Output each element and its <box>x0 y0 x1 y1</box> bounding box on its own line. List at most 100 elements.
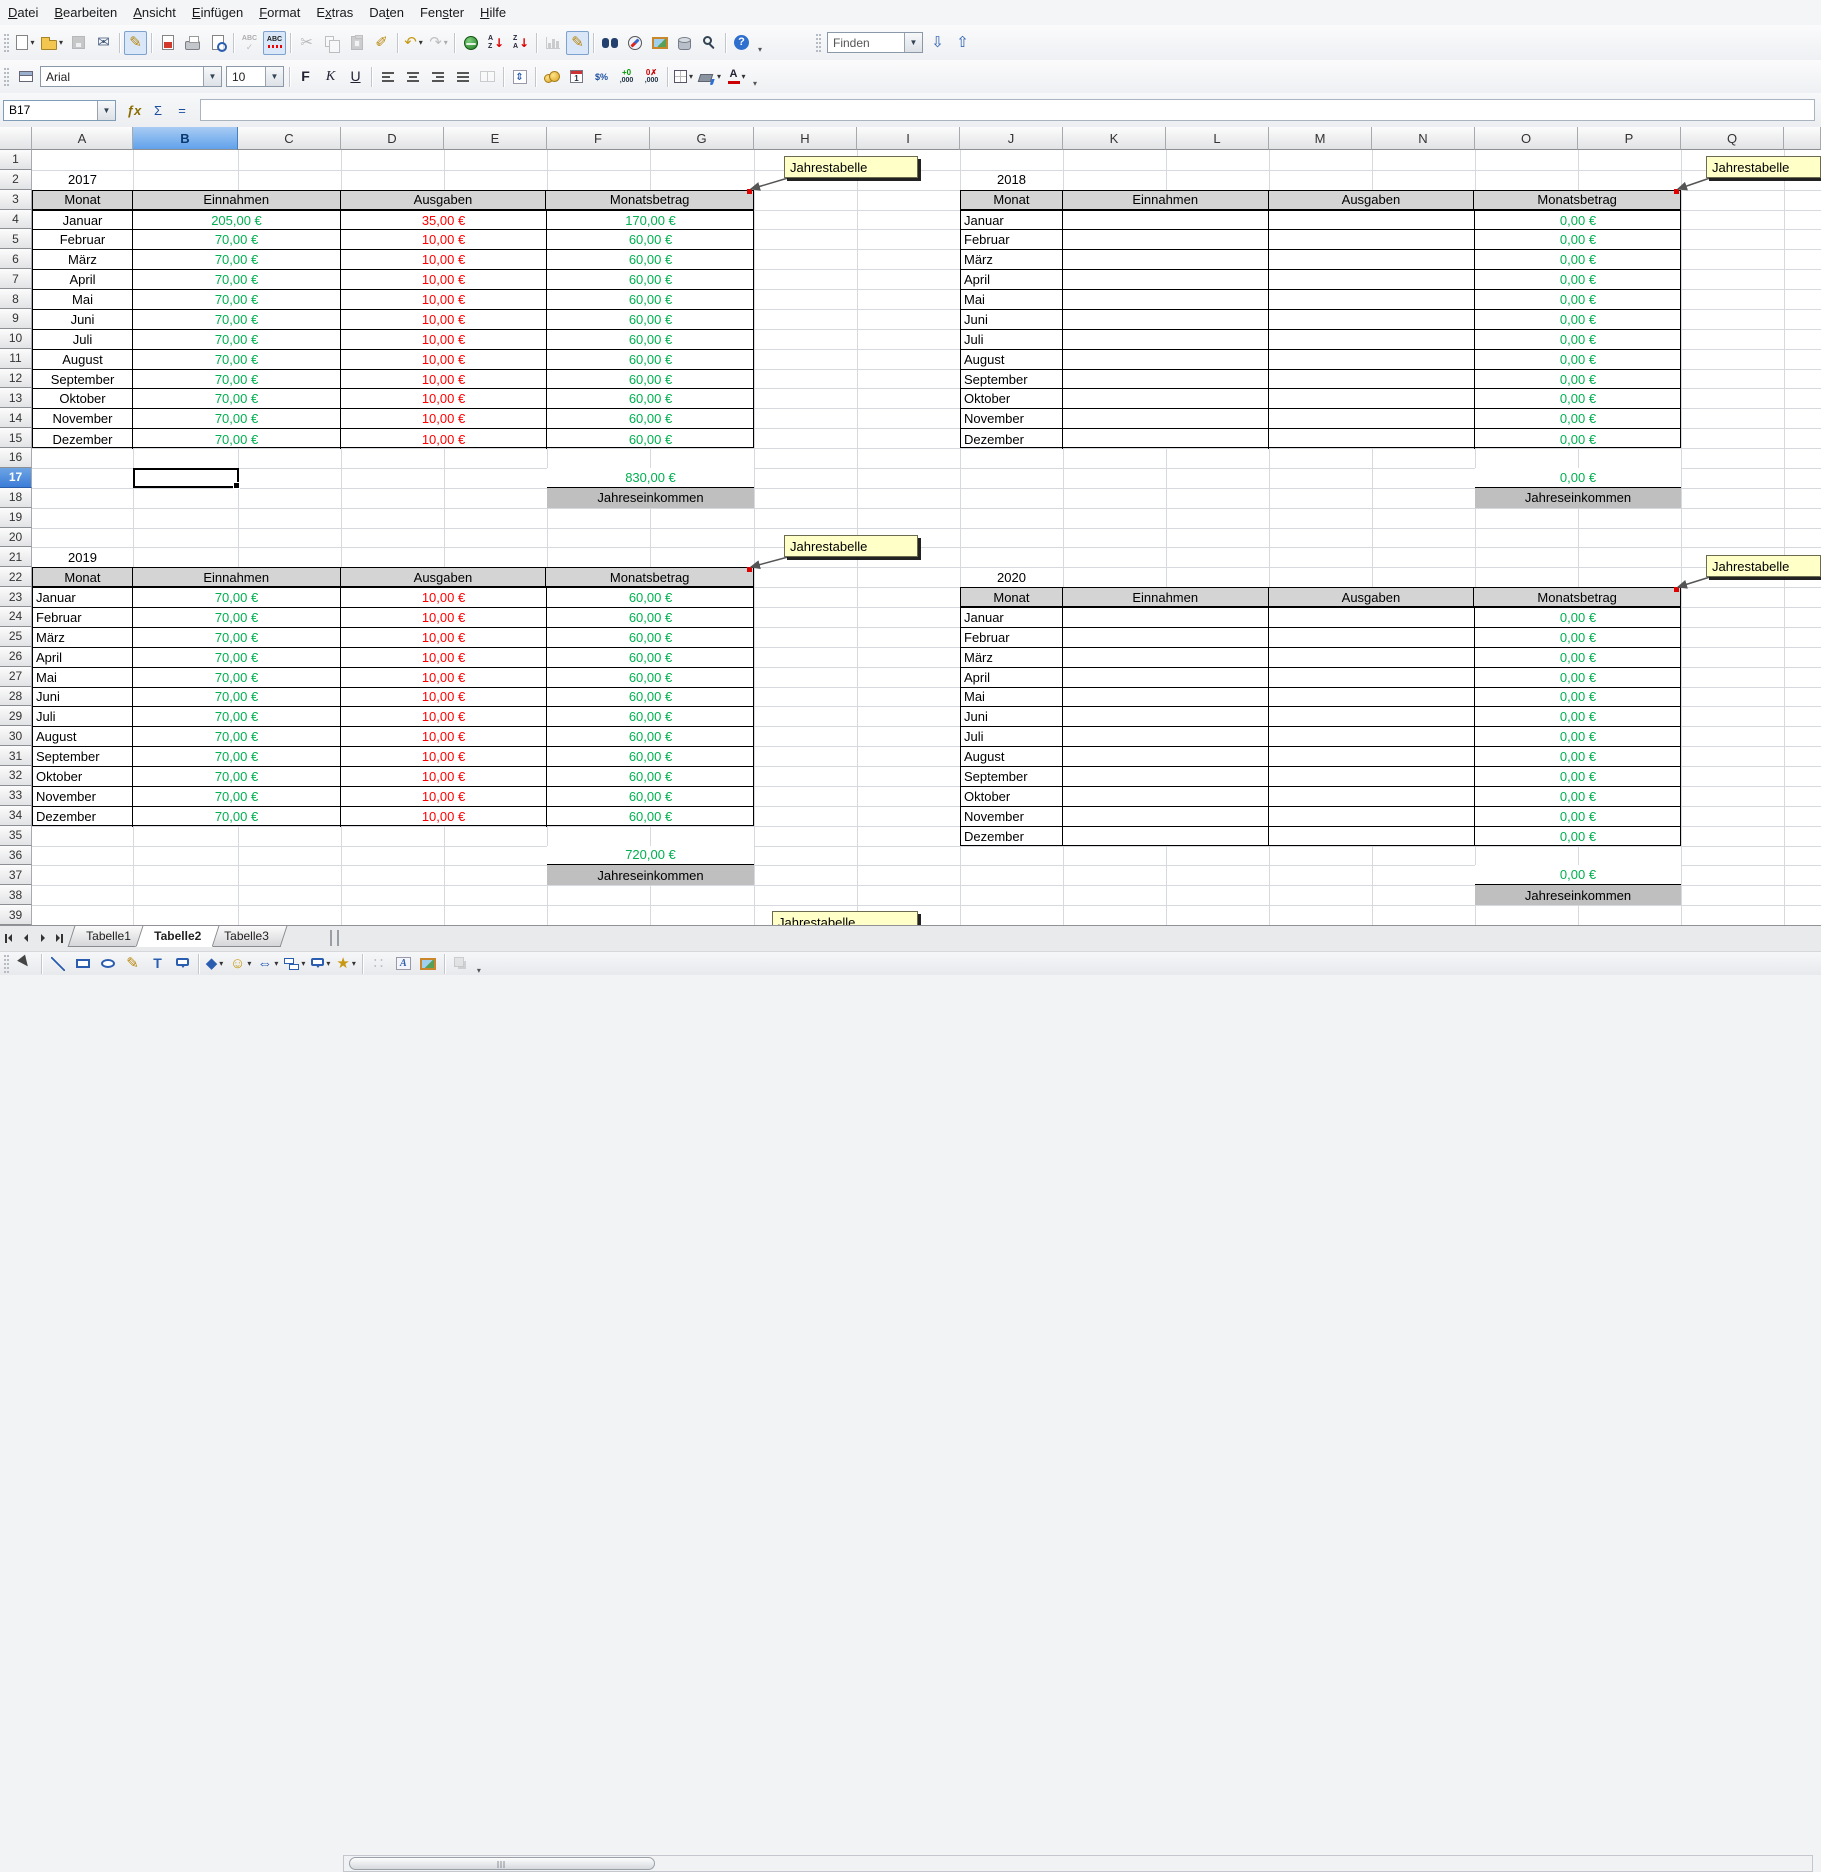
column-header-K[interactable]: K <box>1063 127 1166 150</box>
gallery-button[interactable] <box>648 31 671 55</box>
toolbar-overflow-icon[interactable]: ▾ <box>749 66 761 88</box>
format-paintbrush-button[interactable]: ✐ <box>370 31 393 55</box>
table-row[interactable]: Dezember70,00 €10,00 €60,00 € <box>33 807 753 827</box>
ausgaben-cell[interactable] <box>1269 310 1475 329</box>
month-cell[interactable]: März <box>33 628 133 647</box>
table-row[interactable]: August70,00 €10,00 €60,00 € <box>33 350 753 370</box>
row-header-19[interactable]: 19 <box>0 508 32 528</box>
column-header-O[interactable]: O <box>1475 127 1578 150</box>
row-header-22[interactable]: 22 <box>0 567 32 587</box>
row-header-8[interactable]: 8 <box>0 289 32 309</box>
row-header-39[interactable]: 39 <box>0 905 32 925</box>
row-header-37[interactable]: 37 <box>0 865 32 885</box>
tab-scrollbar-splitter[interactable] <box>330 930 339 946</box>
ausgaben-cell[interactable]: 10,00 € <box>341 787 547 806</box>
monatsbetrag-cell[interactable]: 60,00 € <box>547 370 754 389</box>
monatsbetrag-cell[interactable]: 0,00 € <box>1475 310 1681 329</box>
row-header-32[interactable]: 32 <box>0 766 32 786</box>
einnahmen-cell[interactable] <box>1063 787 1269 806</box>
month-cell[interactable]: November <box>961 409 1063 428</box>
ausgaben-cell[interactable]: 10,00 € <box>341 727 547 746</box>
monatsbetrag-cell[interactable]: 60,00 € <box>547 409 754 428</box>
month-cell[interactable]: Januar <box>961 211 1063 230</box>
table-row[interactable]: August 0,00 € <box>961 350 1680 370</box>
sheet-tab-tabelle2[interactable]: Tabelle2 <box>135 926 219 947</box>
monatsbetrag-cell[interactable]: 0,00 € <box>1475 330 1681 349</box>
monatsbetrag-cell[interactable]: 60,00 € <box>547 270 754 289</box>
ausgaben-cell[interactable]: 10,00 € <box>341 409 547 428</box>
column-header-L[interactable]: L <box>1166 127 1269 150</box>
row-header-34[interactable]: 34 <box>0 806 32 826</box>
equals-button[interactable]: = <box>171 99 193 121</box>
table-row[interactable]: März70,00 €10,00 €60,00 € <box>33 628 753 648</box>
monatsbetrag-cell[interactable]: 0,00 € <box>1475 608 1681 627</box>
year-label-2018[interactable]: 2018 <box>960 170 1063 190</box>
styles-window-button[interactable] <box>14 65 37 89</box>
monatsbetrag-cell[interactable]: 60,00 € <box>547 588 754 607</box>
table-row[interactable]: Mai0,00 € <box>961 290 1680 310</box>
show-draw-functions-button[interactable]: ✎ <box>566 31 589 55</box>
ausgaben-cell[interactable]: 10,00 € <box>341 350 547 369</box>
month-cell[interactable]: August <box>961 350 1063 369</box>
table-row[interactable]: Juli0,00 € <box>961 727 1680 747</box>
table-row[interactable]: Juni70,00 €10,00 €60,00 € <box>33 310 753 330</box>
export-pdf-button[interactable] <box>156 31 179 55</box>
ausgaben-cell[interactable] <box>1269 608 1475 627</box>
einnahmen-cell[interactable] <box>1063 608 1269 627</box>
monatsbetrag-cell[interactable]: 0,00 € <box>1475 389 1681 408</box>
monatsbetrag-cell[interactable]: 60,00 € <box>547 608 754 627</box>
undo-button[interactable]: ↶▾ <box>402 31 425 55</box>
zoom-button[interactable] <box>698 31 721 55</box>
ausgaben-cell[interactable]: 10,00 € <box>341 588 547 607</box>
jahreseinkommen-label-2019[interactable]: Jahreseinkommen <box>547 865 754 885</box>
einnahmen-cell[interactable]: 70,00 € <box>133 330 341 349</box>
menu-item-einfügen[interactable]: Einfügen <box>184 2 251 23</box>
jahreseinkommen-value-2018[interactable]: 0,00 € <box>1475 468 1681 488</box>
menu-item-ansicht[interactable]: Ansicht <box>125 2 184 23</box>
month-cell[interactable]: Mai <box>33 290 133 309</box>
ausgaben-cell[interactable]: 10,00 € <box>341 370 547 389</box>
column-header-A[interactable]: A <box>32 127 133 150</box>
monatsbetrag-cell[interactable]: 60,00 € <box>547 648 754 667</box>
einnahmen-cell[interactable]: 70,00 € <box>133 707 341 726</box>
ausgaben-cell[interactable] <box>1269 389 1475 408</box>
jahreseinkommen-label-2018[interactable]: Jahreseinkommen <box>1475 488 1681 508</box>
format-percent-button[interactable] <box>590 65 613 89</box>
monatsbetrag-cell[interactable]: 60,00 € <box>547 807 754 827</box>
einnahmen-cell[interactable]: 70,00 € <box>133 807 341 827</box>
monatsbetrag-cell[interactable]: 0,00 € <box>1475 350 1681 369</box>
table-row[interactable]: Februar70,00 €10,00 €60,00 € <box>33 608 753 628</box>
ausgaben-cell[interactable]: 10,00 € <box>341 270 547 289</box>
month-cell[interactable]: Juni <box>961 707 1063 726</box>
sum-button[interactable]: Σ <box>147 99 169 121</box>
email-button[interactable]: ✉ <box>92 31 115 55</box>
ausgaben-cell[interactable] <box>1269 648 1475 667</box>
column-header-Q[interactable]: Q <box>1681 127 1784 150</box>
line-button[interactable] <box>46 954 69 974</box>
row-header-7[interactable]: 7 <box>0 269 32 289</box>
callout-button[interactable] <box>171 954 194 974</box>
table-row[interactable]: Januar70,00 €10,00 €60,00 € <box>33 588 753 608</box>
month-cell[interactable]: März <box>961 648 1063 667</box>
monatsbetrag-cell[interactable]: 0,00 € <box>1475 827 1681 847</box>
month-cell[interactable]: November <box>33 409 133 428</box>
table-row[interactable]: Oktober0,00 € <box>961 389 1680 409</box>
table-row[interactable]: September70,00 €10,00 €60,00 € <box>33 747 753 767</box>
sheet-nav-first-button[interactable] <box>0 929 17 947</box>
table-row[interactable]: Dezember0,00 € <box>961 827 1680 847</box>
header-corner[interactable] <box>0 127 32 150</box>
table-row[interactable]: September0,00 € <box>961 767 1680 787</box>
month-cell[interactable]: September <box>961 767 1063 786</box>
einnahmen-cell[interactable] <box>1063 389 1269 408</box>
einnahmen-cell[interactable]: 70,00 € <box>133 668 341 687</box>
row-header-5[interactable]: 5 <box>0 229 32 249</box>
table-row[interactable]: Mai70,00 €10,00 €60,00 € <box>33 290 753 310</box>
ausgaben-cell[interactable] <box>1269 767 1475 786</box>
row-header-4[interactable]: 4 <box>0 210 32 230</box>
column-header-E[interactable]: E <box>444 127 547 150</box>
background-color-button[interactable]: ▾ <box>697 65 723 89</box>
monatsbetrag-cell[interactable]: 60,00 € <box>547 330 754 349</box>
einnahmen-cell[interactable]: 70,00 € <box>133 727 341 746</box>
ausgaben-cell[interactable] <box>1269 787 1475 806</box>
ausgaben-cell[interactable]: 10,00 € <box>341 767 547 786</box>
